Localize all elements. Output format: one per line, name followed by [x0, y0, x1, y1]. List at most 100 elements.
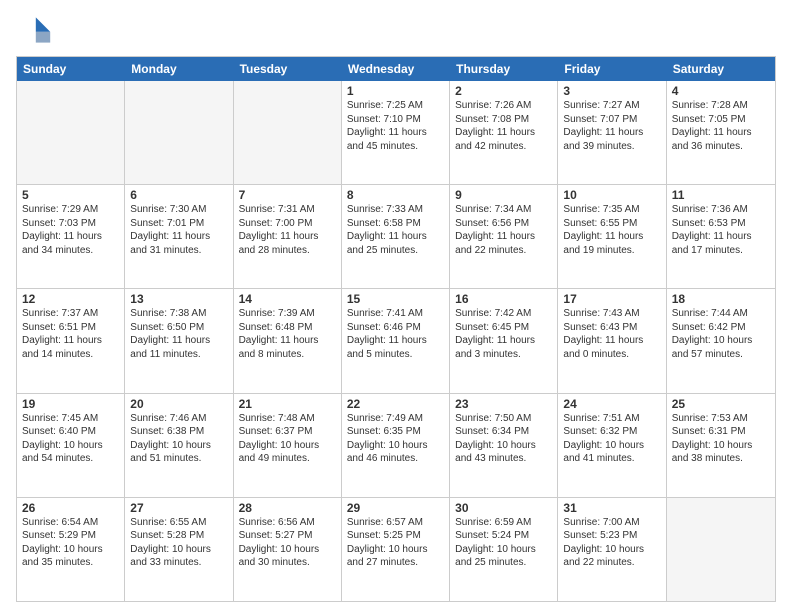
- calendar-cell: 16Sunrise: 7:42 AM Sunset: 6:45 PM Dayli…: [450, 289, 558, 392]
- cell-info: Sunrise: 7:46 AM Sunset: 6:38 PM Dayligh…: [130, 412, 227, 466]
- calendar-cell: 1Sunrise: 7:25 AM Sunset: 7:10 PM Daylig…: [342, 81, 450, 184]
- header-day-tuesday: Tuesday: [234, 57, 342, 81]
- calendar-cell: 22Sunrise: 7:49 AM Sunset: 6:35 PM Dayli…: [342, 394, 450, 497]
- calendar-cell: 29Sunrise: 6:57 AM Sunset: 5:25 PM Dayli…: [342, 498, 450, 601]
- calendar-row-0: 1Sunrise: 7:25 AM Sunset: 7:10 PM Daylig…: [17, 81, 775, 185]
- day-number: 28: [239, 501, 336, 515]
- cell-info: Sunrise: 7:51 AM Sunset: 6:32 PM Dayligh…: [563, 412, 660, 466]
- day-number: 6: [130, 188, 227, 202]
- calendar-cell: 15Sunrise: 7:41 AM Sunset: 6:46 PM Dayli…: [342, 289, 450, 392]
- cell-info: Sunrise: 7:53 AM Sunset: 6:31 PM Dayligh…: [672, 412, 770, 466]
- day-number: 15: [347, 292, 444, 306]
- day-number: 12: [22, 292, 119, 306]
- cell-info: Sunrise: 7:49 AM Sunset: 6:35 PM Dayligh…: [347, 412, 444, 466]
- calendar-row-1: 5Sunrise: 7:29 AM Sunset: 7:03 PM Daylig…: [17, 185, 775, 289]
- calendar-cell: 13Sunrise: 7:38 AM Sunset: 6:50 PM Dayli…: [125, 289, 233, 392]
- day-number: 11: [672, 188, 770, 202]
- calendar-cell: [667, 498, 775, 601]
- day-number: 20: [130, 397, 227, 411]
- cell-info: Sunrise: 7:42 AM Sunset: 6:45 PM Dayligh…: [455, 307, 552, 361]
- calendar-cell: 28Sunrise: 6:56 AM Sunset: 5:27 PM Dayli…: [234, 498, 342, 601]
- day-number: 16: [455, 292, 552, 306]
- calendar-row-2: 12Sunrise: 7:37 AM Sunset: 6:51 PM Dayli…: [17, 289, 775, 393]
- calendar-cell: 7Sunrise: 7:31 AM Sunset: 7:00 PM Daylig…: [234, 185, 342, 288]
- calendar-cell: 10Sunrise: 7:35 AM Sunset: 6:55 PM Dayli…: [558, 185, 666, 288]
- cell-info: Sunrise: 7:25 AM Sunset: 7:10 PM Dayligh…: [347, 99, 444, 153]
- cell-info: Sunrise: 6:55 AM Sunset: 5:28 PM Dayligh…: [130, 516, 227, 570]
- calendar-cell: 2Sunrise: 7:26 AM Sunset: 7:08 PM Daylig…: [450, 81, 558, 184]
- cell-info: Sunrise: 7:26 AM Sunset: 7:08 PM Dayligh…: [455, 99, 552, 153]
- cell-info: Sunrise: 7:41 AM Sunset: 6:46 PM Dayligh…: [347, 307, 444, 361]
- cell-info: Sunrise: 7:33 AM Sunset: 6:58 PM Dayligh…: [347, 203, 444, 257]
- day-number: 14: [239, 292, 336, 306]
- calendar-cell: [17, 81, 125, 184]
- cell-info: Sunrise: 6:57 AM Sunset: 5:25 PM Dayligh…: [347, 516, 444, 570]
- calendar-cell: 18Sunrise: 7:44 AM Sunset: 6:42 PM Dayli…: [667, 289, 775, 392]
- cell-info: Sunrise: 7:29 AM Sunset: 7:03 PM Dayligh…: [22, 203, 119, 257]
- day-number: 24: [563, 397, 660, 411]
- header-day-thursday: Thursday: [450, 57, 558, 81]
- day-number: 17: [563, 292, 660, 306]
- calendar-cell: 21Sunrise: 7:48 AM Sunset: 6:37 PM Dayli…: [234, 394, 342, 497]
- day-number: 9: [455, 188, 552, 202]
- calendar-cell: 25Sunrise: 7:53 AM Sunset: 6:31 PM Dayli…: [667, 394, 775, 497]
- header-day-monday: Monday: [125, 57, 233, 81]
- calendar-cell: 11Sunrise: 7:36 AM Sunset: 6:53 PM Dayli…: [667, 185, 775, 288]
- day-number: 31: [563, 501, 660, 515]
- cell-info: Sunrise: 6:59 AM Sunset: 5:24 PM Dayligh…: [455, 516, 552, 570]
- header-day-wednesday: Wednesday: [342, 57, 450, 81]
- calendar-cell: 4Sunrise: 7:28 AM Sunset: 7:05 PM Daylig…: [667, 81, 775, 184]
- calendar-cell: 6Sunrise: 7:30 AM Sunset: 7:01 PM Daylig…: [125, 185, 233, 288]
- day-number: 8: [347, 188, 444, 202]
- day-number: 29: [347, 501, 444, 515]
- cell-info: Sunrise: 7:35 AM Sunset: 6:55 PM Dayligh…: [563, 203, 660, 257]
- cell-info: Sunrise: 7:50 AM Sunset: 6:34 PM Dayligh…: [455, 412, 552, 466]
- logo: [16, 12, 56, 48]
- calendar-cell: 17Sunrise: 7:43 AM Sunset: 6:43 PM Dayli…: [558, 289, 666, 392]
- cell-info: Sunrise: 6:56 AM Sunset: 5:27 PM Dayligh…: [239, 516, 336, 570]
- calendar-cell: 30Sunrise: 6:59 AM Sunset: 5:24 PM Dayli…: [450, 498, 558, 601]
- day-number: 26: [22, 501, 119, 515]
- day-number: 25: [672, 397, 770, 411]
- logo-icon: [16, 12, 52, 48]
- calendar-cell: 31Sunrise: 7:00 AM Sunset: 5:23 PM Dayli…: [558, 498, 666, 601]
- cell-info: Sunrise: 7:31 AM Sunset: 7:00 PM Dayligh…: [239, 203, 336, 257]
- day-number: 22: [347, 397, 444, 411]
- calendar-cell: 8Sunrise: 7:33 AM Sunset: 6:58 PM Daylig…: [342, 185, 450, 288]
- cell-info: Sunrise: 6:54 AM Sunset: 5:29 PM Dayligh…: [22, 516, 119, 570]
- day-number: 27: [130, 501, 227, 515]
- cell-info: Sunrise: 7:00 AM Sunset: 5:23 PM Dayligh…: [563, 516, 660, 570]
- day-number: 7: [239, 188, 336, 202]
- cell-info: Sunrise: 7:43 AM Sunset: 6:43 PM Dayligh…: [563, 307, 660, 361]
- calendar-cell: [234, 81, 342, 184]
- header-day-saturday: Saturday: [667, 57, 775, 81]
- calendar-cell: 26Sunrise: 6:54 AM Sunset: 5:29 PM Dayli…: [17, 498, 125, 601]
- header-day-sunday: Sunday: [17, 57, 125, 81]
- calendar-row-3: 19Sunrise: 7:45 AM Sunset: 6:40 PM Dayli…: [17, 394, 775, 498]
- calendar-row-4: 26Sunrise: 6:54 AM Sunset: 5:29 PM Dayli…: [17, 498, 775, 601]
- cell-info: Sunrise: 7:37 AM Sunset: 6:51 PM Dayligh…: [22, 307, 119, 361]
- calendar-cell: 12Sunrise: 7:37 AM Sunset: 6:51 PM Dayli…: [17, 289, 125, 392]
- calendar-cell: 3Sunrise: 7:27 AM Sunset: 7:07 PM Daylig…: [558, 81, 666, 184]
- day-number: 10: [563, 188, 660, 202]
- calendar: SundayMondayTuesdayWednesdayThursdayFrid…: [16, 56, 776, 602]
- calendar-cell: 9Sunrise: 7:34 AM Sunset: 6:56 PM Daylig…: [450, 185, 558, 288]
- calendar-cell: [125, 81, 233, 184]
- day-number: 30: [455, 501, 552, 515]
- cell-info: Sunrise: 7:36 AM Sunset: 6:53 PM Dayligh…: [672, 203, 770, 257]
- cell-info: Sunrise: 7:39 AM Sunset: 6:48 PM Dayligh…: [239, 307, 336, 361]
- day-number: 4: [672, 84, 770, 98]
- day-number: 21: [239, 397, 336, 411]
- day-number: 13: [130, 292, 227, 306]
- page: SundayMondayTuesdayWednesdayThursdayFrid…: [0, 0, 792, 612]
- calendar-body: 1Sunrise: 7:25 AM Sunset: 7:10 PM Daylig…: [17, 81, 775, 601]
- header: [16, 12, 776, 48]
- calendar-cell: 5Sunrise: 7:29 AM Sunset: 7:03 PM Daylig…: [17, 185, 125, 288]
- day-number: 1: [347, 84, 444, 98]
- cell-info: Sunrise: 7:30 AM Sunset: 7:01 PM Dayligh…: [130, 203, 227, 257]
- calendar-cell: 14Sunrise: 7:39 AM Sunset: 6:48 PM Dayli…: [234, 289, 342, 392]
- cell-info: Sunrise: 7:28 AM Sunset: 7:05 PM Dayligh…: [672, 99, 770, 153]
- day-number: 2: [455, 84, 552, 98]
- cell-info: Sunrise: 7:38 AM Sunset: 6:50 PM Dayligh…: [130, 307, 227, 361]
- calendar-cell: 20Sunrise: 7:46 AM Sunset: 6:38 PM Dayli…: [125, 394, 233, 497]
